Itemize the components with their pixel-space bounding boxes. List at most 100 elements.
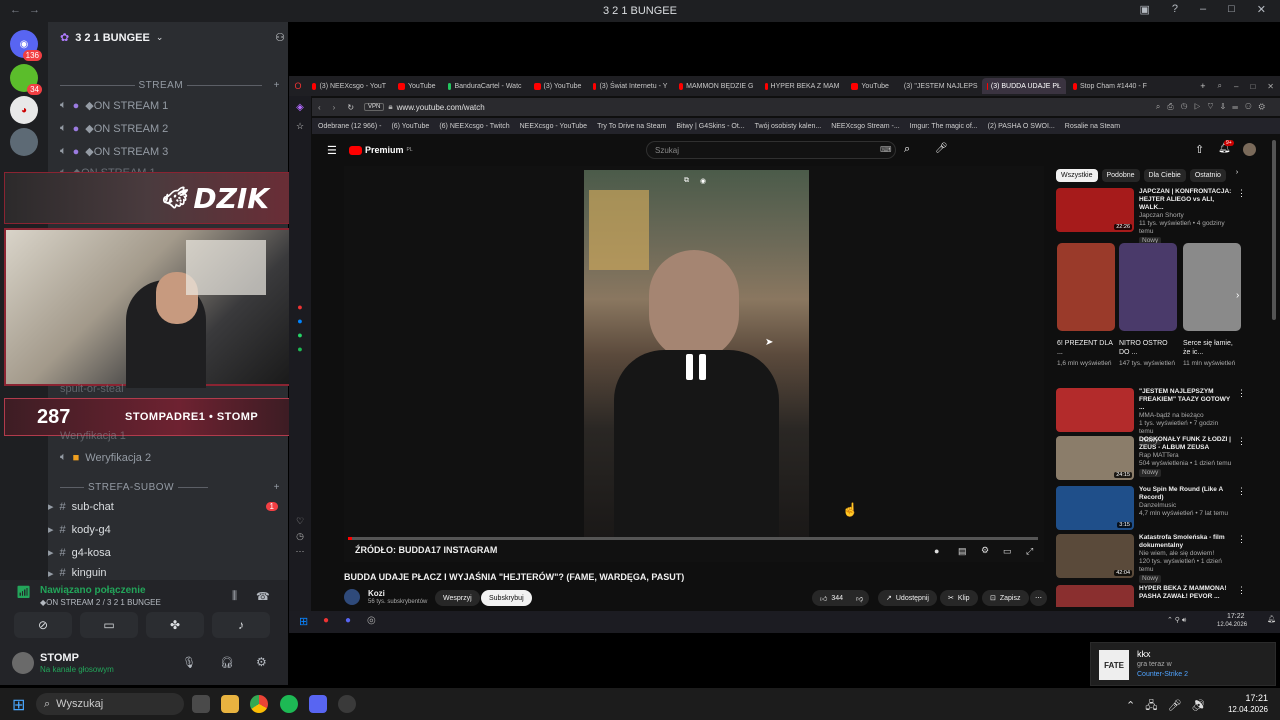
voice-channel[interactable]: 🔈︎ ● ◆ON STREAM 2: [60, 122, 168, 135]
add-channel-icon[interactable]: +: [274, 482, 280, 493]
server-icon[interactable]: [10, 128, 38, 156]
tray-icons[interactable]: ⌃ ⚲ 🔊︎: [1167, 616, 1186, 625]
bookmark-item[interactable]: NEEXcsgo Stream -...: [831, 123, 899, 130]
obs-icon[interactable]: [338, 695, 356, 713]
chip-for-you[interactable]: Dla Ciebie: [1143, 169, 1186, 182]
recommendation-title[interactable]: Katastrofa Smoleńska - film dokumentalny: [1139, 534, 1232, 550]
voice-channel[interactable]: Weryfikacja 1: [60, 430, 126, 442]
account-avatar[interactable]: [1243, 143, 1256, 156]
recommendation-title[interactable]: DOSKONAŁY FUNK Z ŁODZI | ZEUS - ALBUM ZE…: [1139, 436, 1232, 452]
browser-tab[interactable]: MAMMON BĘDZIE G: [674, 78, 758, 94]
obs-taskbar-icon[interactable]: ◎: [367, 615, 376, 626]
recommendation-item[interactable]: 22:26 JAPCZAN | KONFRONTACJA: HEJTER ALIE…: [1056, 188, 1246, 245]
text-channel[interactable]: ▸ # kody-g4: [48, 523, 111, 537]
more-icon[interactable]: ⋯: [289, 546, 311, 557]
search-tabs-icon[interactable]: ⌕: [1212, 81, 1228, 91]
channel-avatar[interactable]: [344, 589, 360, 605]
menu-icon[interactable]: ☰: [327, 144, 337, 157]
bookmark-item[interactable]: Twój osobisty kalen...: [755, 123, 822, 130]
bookmark-item[interactable]: Rosalie na Steam: [1065, 123, 1120, 130]
video-thumbnail[interactable]: 3:15: [1056, 486, 1134, 530]
spotify-icon[interactable]: [280, 695, 298, 713]
bookmark-item[interactable]: Odebrane (12 966) -: [318, 123, 381, 130]
more-actions-button[interactable]: ⋯: [1030, 590, 1047, 606]
guild-header[interactable]: ✿ 3 2 1 BUNGEE ⌄ ⚇: [60, 31, 285, 45]
category-stream[interactable]: STREAM +: [60, 80, 280, 91]
voice-channel[interactable]: 🔈︎ ■ Weryfikacja 2: [60, 451, 151, 464]
browser-tab[interactable]: (3) "JESTEM NAJLEPS: [896, 78, 980, 94]
search-icon[interactable]: ⌕: [904, 143, 910, 156]
close-icon[interactable]: ✕: [1261, 82, 1280, 91]
search-input[interactable]: Szukaj: [646, 141, 896, 159]
bookmark-item[interactable]: Bitwy | G4Skins - Ot...: [676, 123, 744, 130]
windows-start-icon[interactable]: ⊞: [299, 615, 308, 628]
save-button[interactable]: ⊡ Zapisz: [982, 590, 1029, 606]
notifications-icon[interactable]: 🔔︎ 9+: [1218, 140, 1234, 154]
discord-taskbar-icon[interactable]: ●: [345, 615, 351, 626]
browser-tab[interactable]: (3) BUDDA UDAJE PŁ: [981, 78, 1066, 94]
more-icon[interactable]: ⋮: [1237, 436, 1246, 480]
more-icon[interactable]: ⋮: [1237, 486, 1246, 530]
support-button[interactable]: Wesprzyj: [435, 590, 480, 606]
browser-tab[interactable]: BanduraCartel - Watc: [443, 78, 527, 94]
pin-icon[interactable]: ☆: [289, 121, 311, 132]
short-title[interactable]: 6! PREZENT DLA ...: [1057, 339, 1113, 357]
messenger-icon[interactable]: ●: [289, 302, 311, 312]
recommendation-title[interactable]: HYPER BEKA Z MAMMONA! PASHA ZAWAŁ! PEVOR…: [1139, 585, 1232, 601]
video-thumbnail[interactable]: 22:26: [1056, 188, 1134, 232]
text-channel[interactable]: ▸ # g4-kosa: [48, 546, 111, 560]
back-icon[interactable]: ‹: [312, 103, 327, 112]
pause-icon[interactable]: [686, 354, 706, 380]
like-button[interactable]: 👍︎ 344: [812, 590, 852, 606]
share-screen-button[interactable]: ▭: [80, 612, 138, 638]
whatsapp-icon[interactable]: ●: [289, 330, 311, 340]
recommendation-item[interactable]: 3:15 You Spin Me Round (Like A Record) Dan…: [1056, 486, 1246, 530]
short-thumbnail[interactable]: [1057, 243, 1115, 331]
settings-gear-icon[interactable]: ⚙: [256, 655, 267, 669]
more-icon[interactable]: ⋮: [1237, 585, 1246, 607]
scrollbar[interactable]: [1272, 140, 1276, 320]
bookmark-item[interactable]: Imgur: The magic of...: [910, 123, 978, 130]
video-thumbnail[interactable]: 42:04: [1056, 534, 1134, 578]
voice-search-icon[interactable]: 🎤︎: [935, 143, 948, 154]
ambient-icon[interactable]: ◉: [700, 177, 706, 185]
soundboard-button[interactable]: ♪: [212, 612, 270, 638]
chevron-right-icon[interactable]: ›: [1236, 290, 1239, 301]
channel-name[interactable]: Kozi: [368, 589, 385, 598]
voice-status-channel[interactable]: ◆ON STREAM 2 / 3 2 1 BUNGEE: [40, 598, 161, 607]
recommendation-item[interactable]: 42:04 Katastrofa Smoleńska - film dokumen…: [1056, 534, 1246, 583]
recommendation-title[interactable]: JAPCZAN | KONFRONTACJA: HEJTER ALIEGO vs…: [1139, 188, 1232, 212]
add-channel-icon[interactable]: +: [274, 80, 280, 91]
chip-related[interactable]: Podobne: [1101, 169, 1140, 182]
clip-button[interactable]: ✂ Klip: [940, 590, 978, 606]
youtube-logo[interactable]: Premium PL: [349, 145, 413, 155]
browser-tab[interactable]: YouTube: [393, 78, 441, 94]
maximize-icon[interactable]: □: [1228, 3, 1235, 16]
upload-icon[interactable]: ⇧: [1195, 143, 1204, 156]
dislike-button[interactable]: 👎︎: [850, 590, 870, 606]
autoplay-icon[interactable]: ●: [934, 546, 939, 556]
recommendation-title[interactable]: You Spin Me Round (Like A Record): [1139, 486, 1232, 502]
new-tab-icon[interactable]: +: [1194, 81, 1211, 91]
disconnect-icon[interactable]: ☎: [256, 590, 270, 603]
more-icon[interactable]: ⋮: [1237, 534, 1246, 583]
recommendation-item[interactable]: HYPER BEKA Z MAMMONA! PASHA ZAWAŁ! PEVOR…: [1056, 585, 1246, 607]
browser-tab[interactable]: (3) YouTube: [529, 78, 587, 94]
category-strefa-subow[interactable]: STREFA-SUBOW +: [60, 482, 280, 493]
avatar[interactable]: [12, 652, 34, 674]
opera-logo-icon[interactable]: O: [289, 81, 307, 91]
camera-off-button[interactable]: ⊘: [14, 612, 72, 638]
browser-tab[interactable]: YouTube: [846, 78, 894, 94]
voice-channel[interactable]: spuit-or-steal: [60, 383, 124, 395]
inbox-icon[interactable]: ▣: [1139, 3, 1149, 16]
voice-channel[interactable]: 🔈︎ ● ◆ON STREAM 1: [60, 99, 168, 112]
spotify-icon[interactable]: ●: [289, 344, 311, 354]
minimize-icon[interactable]: –: [1228, 82, 1244, 91]
video-thumbnail[interactable]: [1056, 388, 1134, 432]
close-icon[interactable]: ✕: [1257, 3, 1266, 16]
browser-tab[interactable]: (3) Świat Internetu - Y: [588, 78, 672, 94]
share-button[interactable]: ↗ Udostępnij: [878, 590, 937, 606]
discord-home-icon[interactable]: ◉ 136: [10, 30, 42, 61]
heart-icon[interactable]: ♡: [289, 516, 311, 527]
minimize-icon[interactable]: –: [1200, 3, 1206, 16]
